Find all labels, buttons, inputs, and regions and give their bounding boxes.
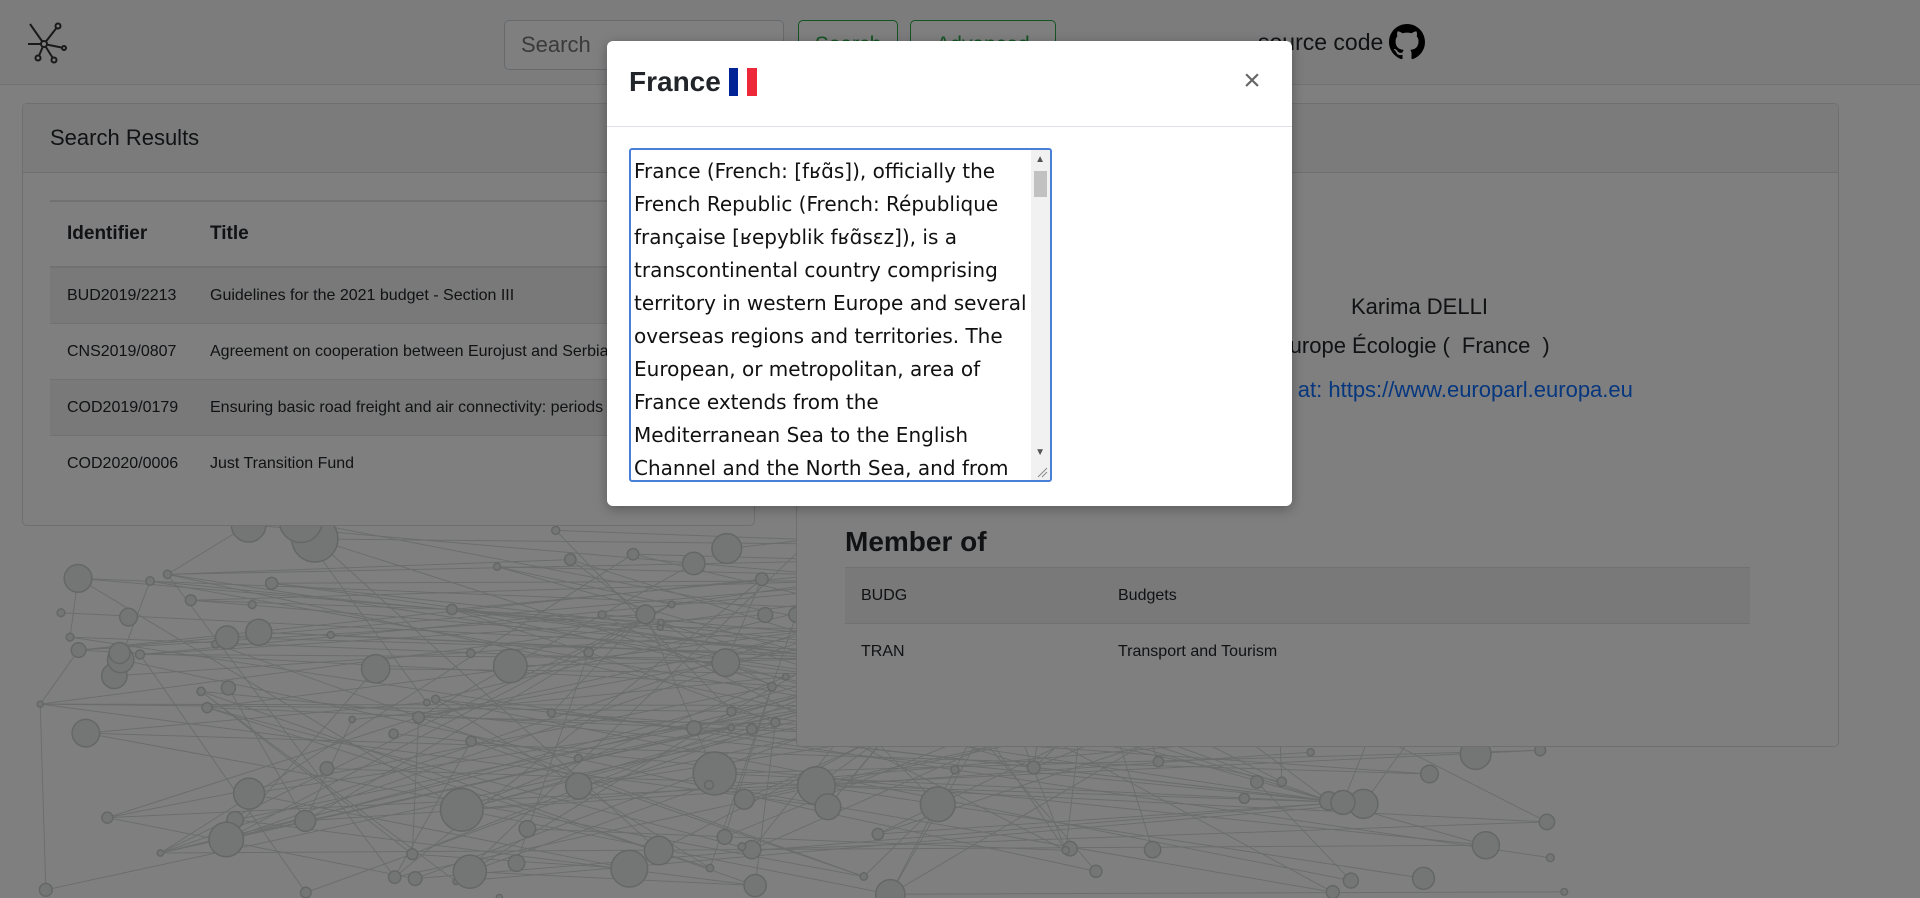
scroll-thumb[interactable] [1034,171,1047,197]
modal-header: France × [607,41,1292,127]
scroll-up-icon[interactable]: ▲ [1035,154,1045,165]
resize-grip-icon[interactable] [1036,466,1048,478]
flag-stripe-blue [728,68,739,96]
description-textarea[interactable]: France (French: [fʁɑ̃s]), officially the… [629,148,1052,482]
scrollbar[interactable]: ▲ ▼ [1031,150,1050,480]
country-description: France (French: [fʁɑ̃s]), officially the… [634,159,1027,480]
flag-stripe-white [738,68,748,96]
scroll-down-icon[interactable]: ▼ [1035,447,1045,458]
modal-title: France [629,66,757,98]
flag-stripe-red [747,68,757,96]
country-modal: France × France (French: [fʁɑ̃s]), offic… [607,41,1292,506]
close-icon[interactable]: × [1236,63,1268,99]
modal-title-text: France [629,66,721,97]
france-flag-icon [728,68,757,96]
